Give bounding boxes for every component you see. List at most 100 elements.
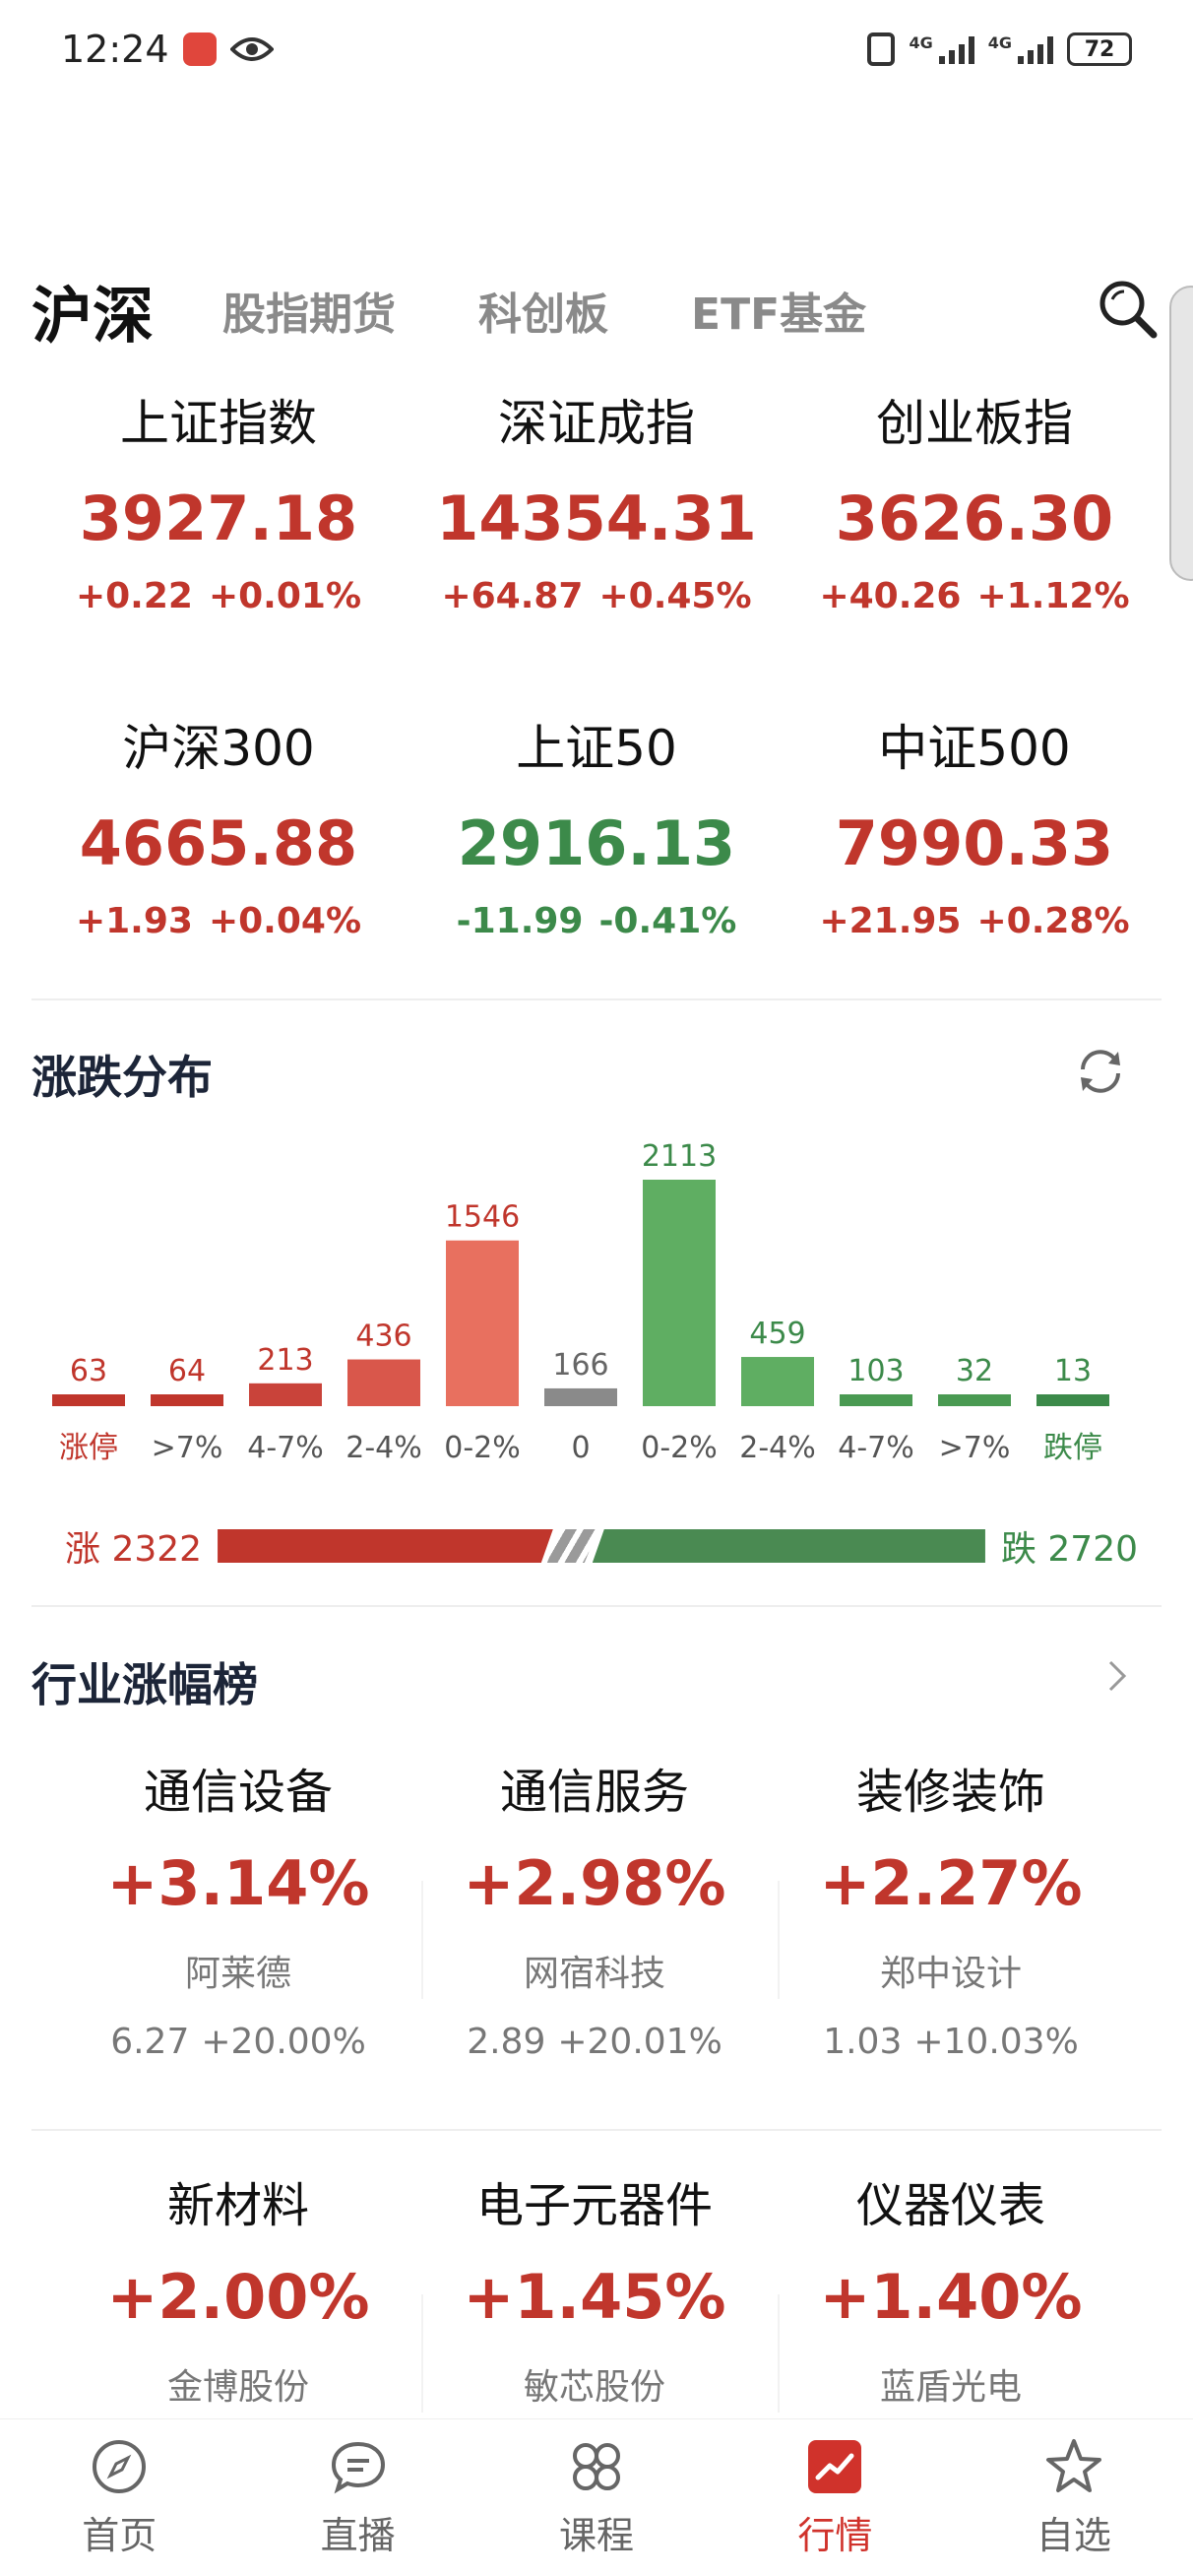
distribution-bar (1036, 1394, 1109, 1406)
index-change: +0.22 +0.01% (31, 576, 406, 616)
industry-change: +2.98% (463, 1847, 726, 1919)
grid-icon (573, 2443, 621, 2490)
index-card[interactable]: 中证500 7990.33 +21.95 +0.28% (787, 709, 1162, 941)
index-value: 2916.13 (457, 807, 736, 879)
index-name: 上证指数 (120, 395, 317, 452)
nav-watchlist[interactable]: 自选 (955, 2419, 1193, 2576)
tab-star-market[interactable]: 科创板 (478, 279, 608, 342)
nav-courses[interactable]: 课程 (477, 2419, 716, 2576)
nav-label: 课程 (559, 2514, 635, 2557)
tab-hushen[interactable]: 沪深 (31, 266, 154, 354)
industry-name: 通信服务 (499, 1765, 689, 1820)
nav-label: 自选 (1036, 2514, 1111, 2557)
distribution-value-label: 166 (552, 1348, 608, 1383)
index-card[interactable]: 上证50 2916.13 -11.99 -0.41% (409, 709, 784, 941)
status-time: 12:24 (61, 28, 169, 71)
index-card[interactable]: 深证成指 14354.31 +64.87 +0.45% (409, 384, 784, 616)
distribution-bar (347, 1359, 420, 1406)
industry-title[interactable]: 行业涨幅榜 (31, 1649, 258, 1714)
distribution-value-label: 32 (956, 1354, 993, 1388)
index-value: 3626.30 (835, 483, 1114, 554)
leading-stock-detail: 2.89 +20.01% (417, 2022, 772, 2062)
index-change-pct: +0.04% (208, 901, 362, 941)
index-change: +1.93 +0.04% (31, 901, 406, 941)
industry-change: +1.45% (463, 2261, 726, 2333)
index-card[interactable]: 沪深300 4665.88 +1.93 +0.04% (31, 709, 406, 941)
industry-card[interactable]: 装修装饰 +2.27% 郑中设计 1.03 +10.03% (774, 1753, 1128, 2062)
refresh-icon[interactable] (1073, 1044, 1128, 1099)
distribution-bar (840, 1394, 912, 1406)
index-name: 上证50 (516, 720, 677, 777)
distribution-category-label: 跌停 (1043, 1431, 1102, 1465)
divider (31, 2129, 1162, 2131)
index-change-points: +0.22 (75, 576, 193, 616)
distribution-category-label: 0 (571, 1431, 590, 1465)
eye-icon (229, 37, 274, 61)
distribution-category-label: 2-4% (739, 1431, 816, 1465)
distribution-value-label: 436 (355, 1320, 411, 1354)
index-change-pct: +0.01% (208, 576, 362, 616)
index-value: 7990.33 (835, 807, 1114, 879)
index-change-pct: +0.28% (976, 901, 1130, 941)
signal-icon-2 (1018, 34, 1053, 64)
distribution-category-label: 涨停 (59, 1431, 118, 1465)
leading-stock: 金博股份 (166, 2367, 309, 2408)
distribution-chart: 63 涨停 64 >7% 213 4-7% 436 2-4% 1546 0-2% 166 0 2113 0… (39, 1123, 1171, 1497)
industry-card[interactable]: 电子元器件 +1.45% 敏芯股份 (417, 2166, 772, 2410)
network-type-2: 4G (987, 32, 1012, 52)
signal-icon (938, 34, 974, 64)
nav-label: 首页 (82, 2514, 157, 2557)
industry-name: 仪器仪表 (855, 2178, 1045, 2233)
chevron-right-icon[interactable] (1100, 1656, 1134, 1696)
tab-etf[interactable]: ETF基金 (691, 279, 866, 342)
nav-label: 行情 (797, 2514, 873, 2557)
battery-icon: 72 (1067, 32, 1132, 66)
distribution-bar (741, 1357, 814, 1406)
index-change-pct: +0.45% (598, 576, 752, 616)
search-icon[interactable] (1095, 276, 1163, 345)
distribution-value-label: 64 (168, 1354, 206, 1388)
tab-index-futures[interactable]: 股指期货 (222, 279, 396, 342)
index-change-pct: -0.41% (598, 901, 737, 941)
divider (31, 1605, 1162, 1607)
leading-stock-pct: +20.00% (201, 2022, 366, 2062)
distribution-bar (446, 1240, 519, 1406)
app-notification-icon (182, 32, 217, 66)
breadth-bars (218, 1529, 985, 1563)
distribution-bar (52, 1394, 125, 1406)
distribution-title: 涨跌分布 (31, 1051, 213, 1104)
industry-card[interactable]: 仪器仪表 +1.40% 蓝盾光电 (774, 2166, 1128, 2410)
leading-stock-price: 2.89 (467, 2022, 546, 2062)
leading-stock-pct: +10.03% (913, 2022, 1079, 2062)
industry-name: 装修装饰 (855, 1765, 1045, 1820)
status-icons: 4G 4G 72 (867, 32, 1132, 66)
industry-card[interactable]: 新材料 +2.00% 金博股份 (61, 2166, 415, 2410)
distribution-category-label: 2-4% (345, 1431, 422, 1465)
industry-change: +2.00% (106, 2261, 370, 2333)
distribution-category-label: 4-7% (838, 1431, 914, 1465)
index-change-points: +64.87 (441, 576, 584, 616)
nav-market[interactable]: 行情 (716, 2419, 954, 2576)
unchanged-bar (547, 1529, 598, 1563)
industry-card[interactable]: 通信服务 +2.98% 网宿科技 2.89 +20.01% (417, 1753, 772, 2062)
distribution-category-label: 0-2% (641, 1431, 718, 1465)
index-grid: 上证指数 3927.18 +0.22 +0.01% 深证成指 14354.31 +… (0, 384, 1193, 975)
distribution-category-label: 4-7% (247, 1431, 324, 1465)
index-card[interactable]: 创业板指 3626.30 +40.26 +1.12% (787, 384, 1162, 616)
index-change: +21.95 +0.28% (787, 901, 1162, 941)
distribution-value-label: 213 (257, 1343, 313, 1378)
index-change: -11.99 -0.41% (409, 901, 784, 941)
index-card[interactable]: 上证指数 3927.18 +0.22 +0.01% (31, 384, 406, 616)
distribution-category-label: >7% (152, 1431, 223, 1465)
nfc-icon (867, 32, 896, 66)
bottom-nav: 首页 直播 课程 行情 自选 (0, 2418, 1193, 2576)
distribution-value-label: 103 (848, 1354, 904, 1388)
distribution-value-label: 1546 (445, 1200, 520, 1235)
industry-card[interactable]: 通信设备 +3.14% 阿莱德 6.27 +20.00% (61, 1753, 415, 2062)
distribution-category-label: >7% (939, 1431, 1011, 1465)
index-change-points: +21.95 (819, 901, 962, 941)
nav-live[interactable]: 直播 (238, 2419, 476, 2576)
nav-home[interactable]: 首页 (0, 2419, 238, 2576)
distribution-chart-svg: 63 涨停 64 >7% 213 4-7% 436 2-4% 1546 0-2% 166 0 2113 0… (52, 1139, 1109, 1465)
leading-stock: 蓝盾光电 (879, 2367, 1022, 2408)
